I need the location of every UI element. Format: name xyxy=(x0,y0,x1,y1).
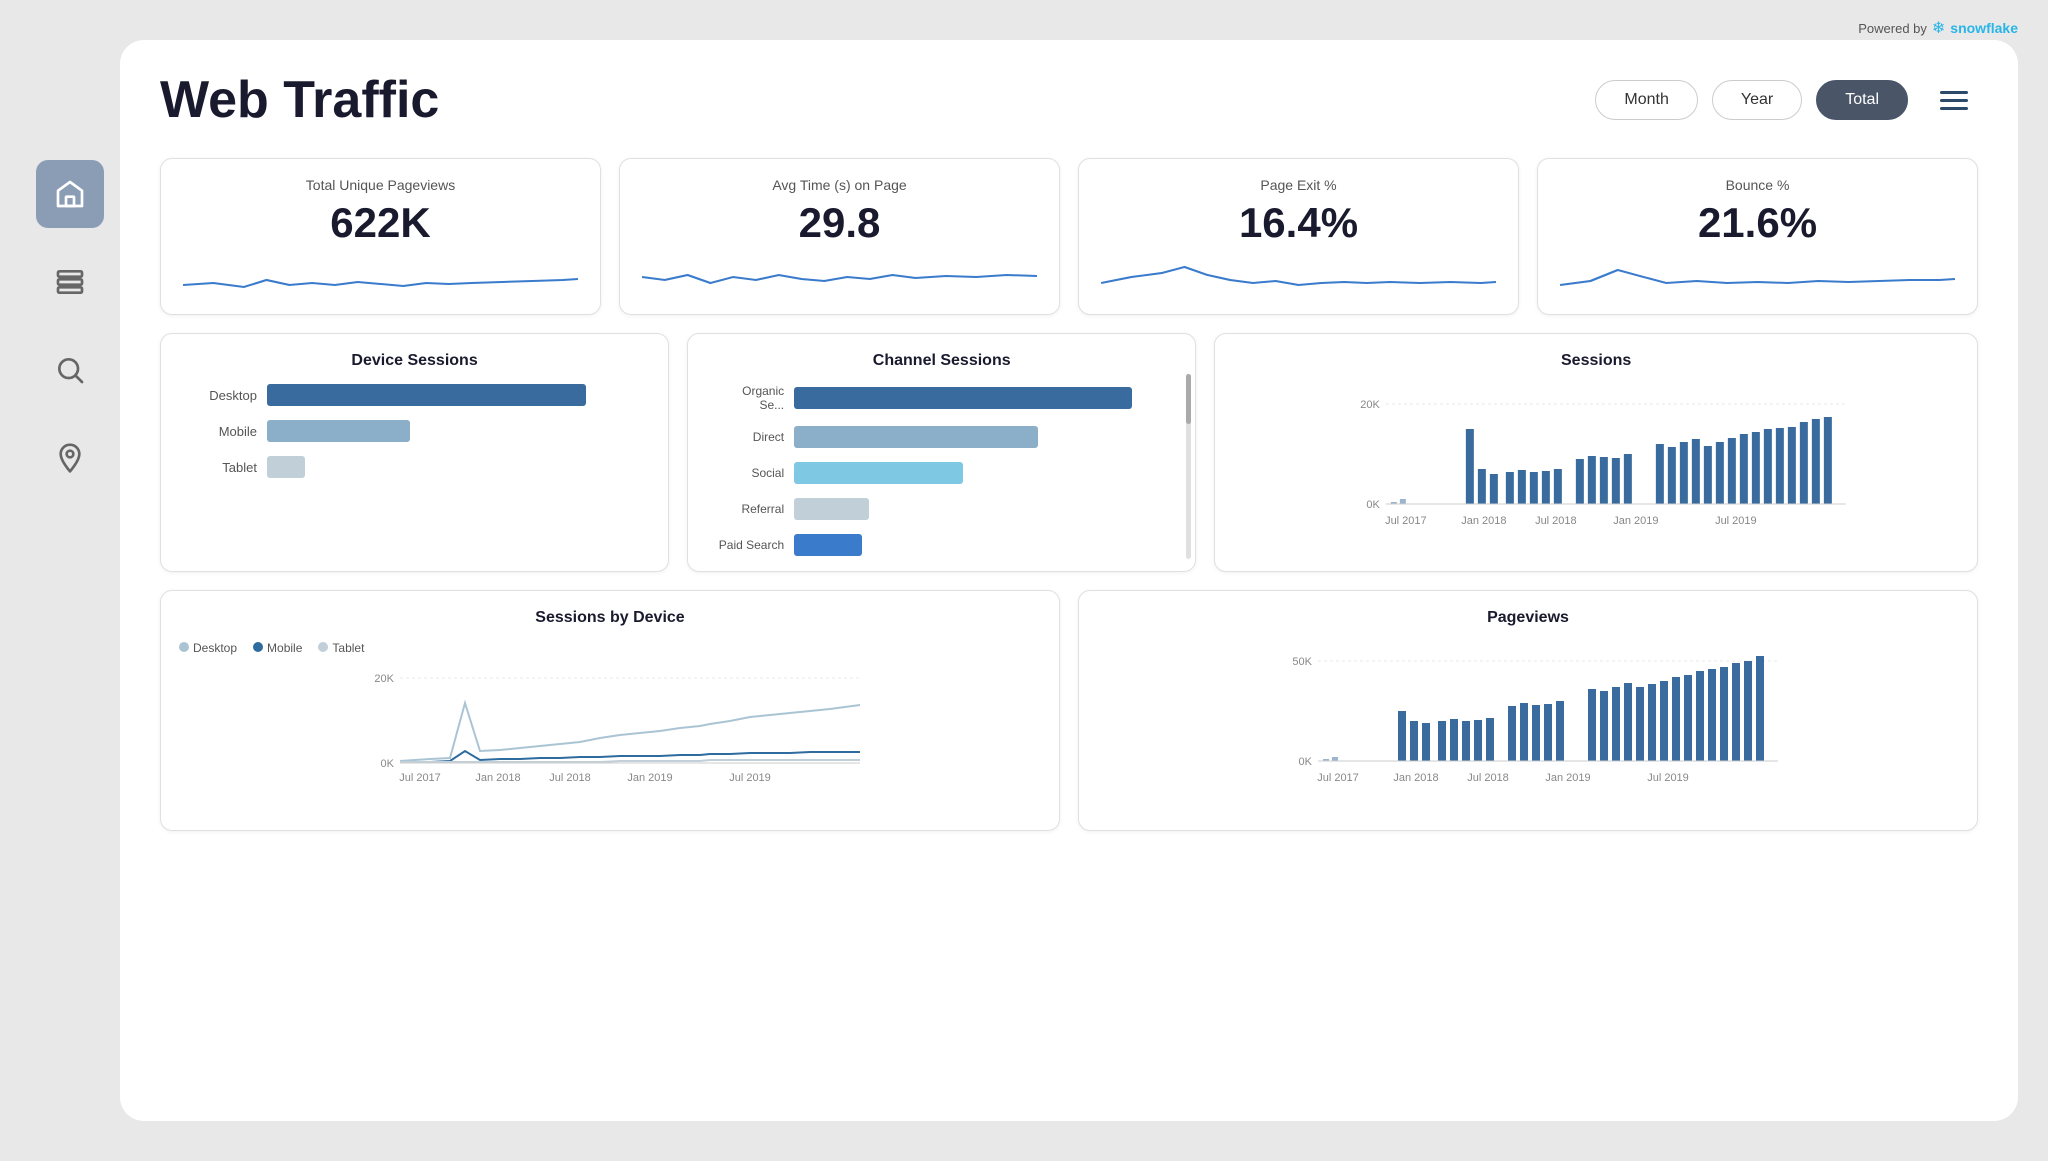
sessions-by-device-legend: Desktop Mobile Tablet xyxy=(179,641,1041,655)
sessions-card: Sessions 20K 0K xyxy=(1214,333,1978,572)
bar-row-referral: Referral xyxy=(714,498,1169,520)
kpi-avgtime-label: Avg Time (s) on Page xyxy=(642,177,1037,193)
kpi-pageexit-value: 16.4% xyxy=(1101,199,1496,247)
sessions-title: Sessions xyxy=(1233,352,1959,370)
bar-row-mobile: Mobile xyxy=(187,420,642,442)
menu-icon xyxy=(1940,107,1968,110)
sessions-by-device-title: Sessions by Device xyxy=(179,609,1041,627)
svg-text:20K: 20K xyxy=(374,673,394,685)
scrollbar-track xyxy=(1186,374,1191,559)
bar-direct xyxy=(794,426,1038,448)
svg-text:Jul 2018: Jul 2018 xyxy=(1467,772,1509,784)
svg-text:0K: 0K xyxy=(381,758,395,770)
svg-text:Jan 2019: Jan 2019 xyxy=(1545,772,1590,784)
sessions-by-device-svg: 20K 0K Jul 2017 Jan 2018 Jul 2018 Jan 20… xyxy=(179,663,1041,813)
bar-social xyxy=(794,462,963,484)
svg-text:Jul 2019: Jul 2019 xyxy=(1647,772,1689,784)
bar-mobile xyxy=(267,420,410,442)
snowflake-icon: ❄ xyxy=(1932,18,1945,38)
kpi-pageexit-label: Page Exit % xyxy=(1101,177,1496,193)
kpi-bounce-label: Bounce % xyxy=(1560,177,1955,193)
header: Web Traffic Month Year Total xyxy=(160,70,1978,130)
svg-text:0K: 0K xyxy=(1299,756,1313,768)
svg-text:Jan 2018: Jan 2018 xyxy=(475,772,520,784)
svg-text:0K: 0K xyxy=(1367,499,1381,511)
kpi-pageviews: Total Unique Pageviews 622K xyxy=(160,158,601,315)
bar-referral xyxy=(794,498,869,520)
pageviews-chart-svg: 50K 0K xyxy=(1097,641,1959,811)
kpi-bounce: Bounce % 21.6% xyxy=(1537,158,1978,315)
channel-sessions-card: Channel Sessions Organic Se... Direct So… xyxy=(687,333,1196,572)
sessions-by-device-card: Sessions by Device Desktop Mobile Tablet… xyxy=(160,590,1060,831)
kpi-pageviews-sparkline xyxy=(183,255,578,295)
kpi-bounce-value: 21.6% xyxy=(1560,199,1955,247)
menu-button[interactable] xyxy=(1930,76,1978,124)
kpi-avgtime-value: 29.8 xyxy=(642,199,1037,247)
bar-row-tablet: Tablet xyxy=(187,456,642,478)
kpi-pageexit-sparkline xyxy=(1101,255,1496,295)
svg-text:Jul 2019: Jul 2019 xyxy=(729,772,771,784)
svg-text:Jul 2018: Jul 2018 xyxy=(1535,515,1577,527)
svg-text:Jan 2019: Jan 2019 xyxy=(627,772,672,784)
header-controls: Month Year Total xyxy=(1595,76,1978,124)
bar-organic xyxy=(794,387,1132,409)
menu-icon xyxy=(1940,91,1968,94)
kpi-pageexit: Page Exit % 16.4% xyxy=(1078,158,1519,315)
scrollbar-thumb xyxy=(1186,374,1191,424)
filter-month-button[interactable]: Month xyxy=(1595,80,1697,120)
sidebar-item-layers[interactable] xyxy=(36,248,104,316)
svg-text:Jul 2017: Jul 2017 xyxy=(1385,515,1427,527)
svg-text:Jul 2018: Jul 2018 xyxy=(549,772,591,784)
main-container: Web Traffic Month Year Total Total Uniqu… xyxy=(120,40,2018,1121)
menu-icon xyxy=(1940,99,1968,102)
svg-text:Jan 2018: Jan 2018 xyxy=(1462,515,1507,527)
sidebar-item-home[interactable] xyxy=(36,160,104,228)
bottom-row: Sessions by Device Desktop Mobile Tablet… xyxy=(160,590,1978,831)
svg-text:50K: 50K xyxy=(1292,656,1312,668)
sidebar-item-search[interactable] xyxy=(36,336,104,404)
kpi-pageviews-label: Total Unique Pageviews xyxy=(183,177,578,193)
kpi-avgtime: Avg Time (s) on Page 29.8 xyxy=(619,158,1060,315)
svg-text:20K: 20K xyxy=(1361,399,1381,411)
pageviews-title: Pageviews xyxy=(1097,609,1959,627)
channel-sessions-chart: Organic Se... Direct Social xyxy=(706,384,1177,556)
powered-by-label: Powered by ❄ snowflake xyxy=(1858,18,2018,38)
bar-row-direct: Direct xyxy=(714,426,1169,448)
svg-text:Jul 2017: Jul 2017 xyxy=(399,772,441,784)
filter-total-button[interactable]: Total xyxy=(1816,80,1908,120)
sessions-chart-svg: 20K 0K xyxy=(1233,384,1959,554)
svg-text:Jan 2019: Jan 2019 xyxy=(1614,515,1659,527)
svg-text:Jan 2018: Jan 2018 xyxy=(1393,772,1438,784)
svg-text:Jul 2017: Jul 2017 xyxy=(1317,772,1359,784)
bar-paid xyxy=(794,534,862,556)
filter-year-button[interactable]: Year xyxy=(1712,80,1802,120)
bar-row-social: Social xyxy=(714,462,1169,484)
bar-row-paid: Paid Search xyxy=(714,534,1169,556)
kpi-bounce-sparkline xyxy=(1560,255,1955,295)
kpi-row: Total Unique Pageviews 622K Avg Time (s)… xyxy=(160,158,1978,315)
kpi-avgtime-sparkline xyxy=(642,255,1037,295)
device-sessions-title: Device Sessions xyxy=(179,352,650,370)
device-sessions-card: Device Sessions Desktop Mobile Tablet xyxy=(160,333,669,572)
bar-row-organic: Organic Se... xyxy=(714,384,1169,412)
charts-row: Device Sessions Desktop Mobile Tablet xyxy=(160,333,1978,572)
sidebar-item-location[interactable] xyxy=(36,424,104,492)
channel-sessions-title: Channel Sessions xyxy=(706,352,1177,370)
sidebar xyxy=(30,160,110,492)
kpi-pageviews-value: 622K xyxy=(183,199,578,247)
bar-desktop xyxy=(267,384,586,406)
bar-row-desktop: Desktop xyxy=(187,384,642,406)
bar-tablet xyxy=(267,456,305,478)
svg-text:Jul 2019: Jul 2019 xyxy=(1715,515,1757,527)
device-sessions-chart: Desktop Mobile Tablet xyxy=(179,384,650,478)
page-title: Web Traffic xyxy=(160,70,1595,130)
pageviews-card: Pageviews 50K 0K xyxy=(1078,590,1978,831)
